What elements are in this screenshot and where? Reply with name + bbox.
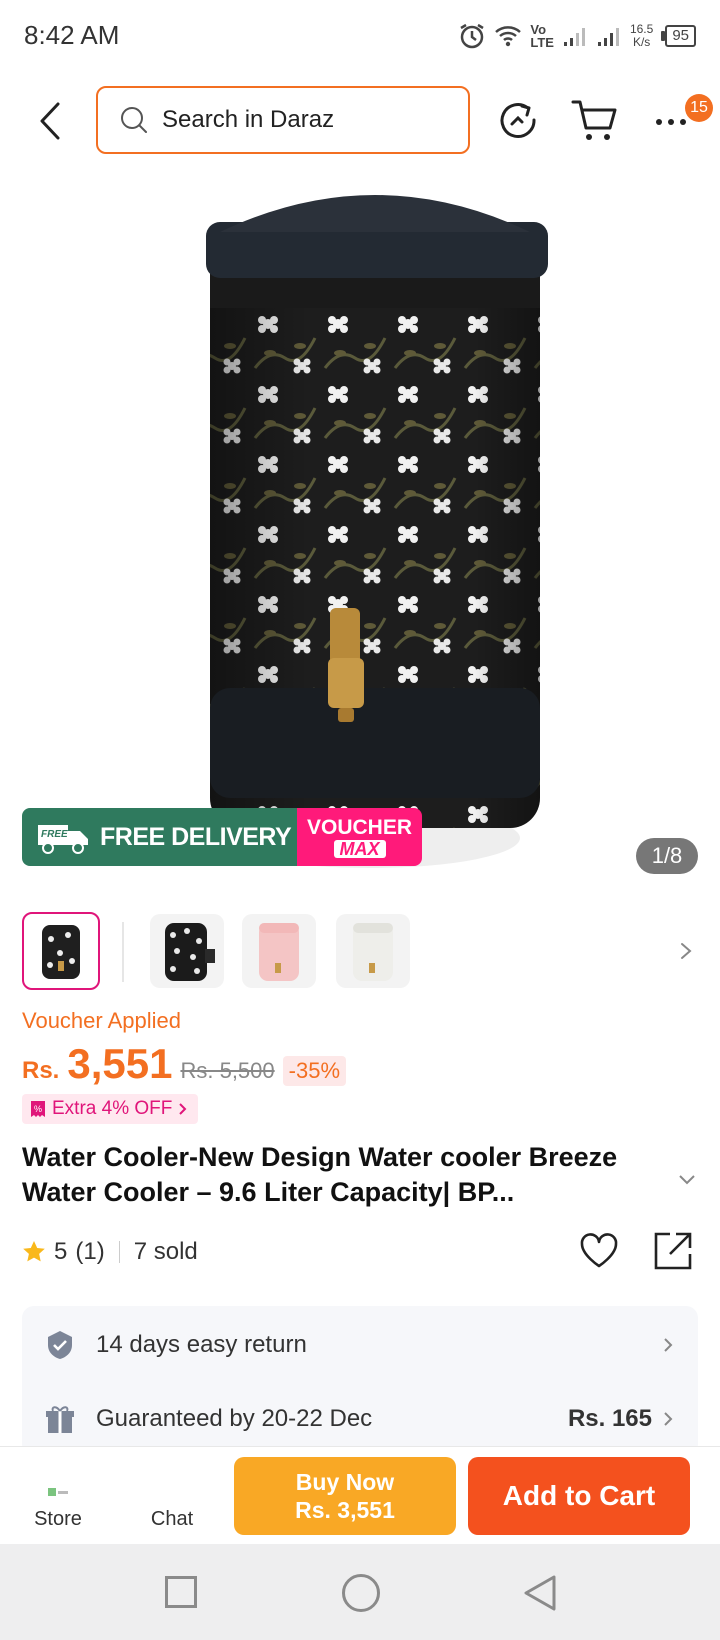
battery-level: 95 <box>665 25 696 47</box>
notification-badge: 15 <box>685 94 713 122</box>
chevron-right-icon <box>664 1338 673 1352</box>
bottom-action-bar: Store Chat Buy Now Rs. 3,551 Add to Cart <box>0 1446 720 1544</box>
delivery-truck-icon: FREE <box>38 825 88 854</box>
thumbnail-4[interactable] <box>336 914 410 988</box>
store-button[interactable]: Store <box>26 1457 90 1537</box>
thumbnail-next-button[interactable] <box>676 936 696 966</box>
chevron-left-icon <box>40 102 60 140</box>
thumbnail-white <box>353 923 393 981</box>
home-button[interactable] <box>342 1574 380 1612</box>
price-value: 3,551 <box>67 1040 173 1087</box>
price-currency: Rs. <box>22 1057 60 1084</box>
wishlist-button[interactable] <box>578 1230 620 1272</box>
thumbnail-black-floral <box>42 925 80 979</box>
rating-separator <box>118 1241 120 1263</box>
extra-off-label: Extra 4% OFF <box>52 1098 173 1119</box>
water-cooler-image <box>206 195 548 868</box>
search-bar[interactable]: Search in Daraz <box>96 86 470 154</box>
share-icon <box>654 1232 692 1270</box>
star-icon <box>23 1241 45 1262</box>
cart-button[interactable] <box>570 96 620 144</box>
price-row: Rs. 3,551 Rs. 5,500 -35% <box>22 1040 346 1088</box>
product-image[interactable] <box>180 168 580 888</box>
chat-label: Chat <box>150 1508 194 1530</box>
chat-button[interactable]: Chat <box>140 1457 204 1537</box>
alarm-icon <box>460 23 485 49</box>
status-icons: Vo LTE 16.5 K/s 95 <box>458 18 696 54</box>
image-counter: 1/8 <box>636 838 698 874</box>
product-title: Water Cooler-New Design Water cooler Bre… <box>22 1142 618 1207</box>
recent-apps-button[interactable] <box>165 1576 197 1608</box>
rating-row[interactable]: 5 (1) 7 sold <box>22 1238 198 1266</box>
delivery-fee: Rs. 165 <box>567 1405 652 1432</box>
easy-return-text: 14 days easy return <box>96 1331 307 1358</box>
thumbnail-3[interactable] <box>242 914 316 988</box>
gift-box-icon <box>46 1406 74 1433</box>
thumbnail-1-selected[interactable] <box>22 912 100 990</box>
wifi-icon <box>495 26 522 47</box>
delivery-guarantee-text: Guaranteed by 20-22 Dec <box>96 1405 373 1432</box>
delivery-guarantee-row[interactable]: Guaranteed by 20-22 Dec Rs. 165 <box>22 1384 698 1454</box>
discount-badge: -35% <box>282 1056 346 1086</box>
back-button[interactable] <box>28 96 72 146</box>
sold-count: 7 sold <box>133 1238 198 1265</box>
voucher-applied-label: Voucher Applied <box>22 1008 182 1033</box>
buy-now-button[interactable]: Buy Now Rs. 3,551 <box>234 1457 456 1535</box>
thumbnail-divider <box>122 922 124 982</box>
heart-icon <box>580 1233 618 1268</box>
original-price: Rs. 5,500 <box>180 1058 275 1083</box>
triangle-back-icon <box>524 1575 556 1611</box>
free-small-label: FREE <box>41 829 68 840</box>
volte-bottom: LTE <box>530 35 554 50</box>
easy-return-row[interactable]: 14 days easy return <box>22 1310 698 1380</box>
voucher-max-section: VOUCHER MAX <box>297 808 422 866</box>
free-delivery-section: FREE FREE DELIVERY <box>22 808 297 866</box>
extra-off-voucher[interactable]: % Extra 4% OFF <box>22 1094 199 1124</box>
free-delivery-label: FREE DELIVERY <box>100 822 292 851</box>
chevron-right-icon <box>664 1412 673 1426</box>
refresh-button[interactable] <box>496 98 540 142</box>
chevron-right-icon <box>681 943 692 959</box>
free-delivery-banner: FREE FREE DELIVERY VOUCHER MAX <box>22 808 422 866</box>
thumbnail-2[interactable] <box>150 914 224 988</box>
signal-icon-2 <box>597 28 619 46</box>
signal-icon-1 <box>563 28 585 46</box>
services-panel: 14 days easy return Guaranteed by 20-22 … <box>22 1306 698 1456</box>
network-speed: 16.5 K/s <box>630 23 653 49</box>
store-label: Store <box>34 1508 82 1530</box>
share-button[interactable] <box>652 1230 694 1272</box>
voucher-label: VOUCHER <box>306 815 412 839</box>
buy-now-price: Rs. 3,551 <box>295 1497 395 1523</box>
system-navigation-bar <box>0 1544 720 1640</box>
buy-now-label: Buy Now <box>295 1469 395 1495</box>
add-to-cart-button[interactable]: Add to Cart <box>468 1457 690 1535</box>
system-back-button[interactable] <box>522 1574 558 1612</box>
svg-text:%: % <box>34 1104 42 1114</box>
voucher-tag-icon: % <box>31 1101 45 1117</box>
volte-indicator: Vo LTE <box>530 23 554 49</box>
search-placeholder: Search in Daraz <box>162 106 335 133</box>
title-expand-button[interactable] <box>676 1168 698 1190</box>
chevron-right-icon <box>179 1103 187 1115</box>
status-time: 8:42 AM <box>24 20 120 50</box>
refresh-icon <box>500 103 536 138</box>
shield-check-icon <box>48 1331 72 1359</box>
chevron-down-icon <box>679 1175 695 1185</box>
thumbnail-pink <box>259 923 299 981</box>
thumbnail-black-dotted <box>165 923 215 981</box>
store-logo-icon <box>48 1488 68 1496</box>
battery-icon: 95 <box>661 25 696 47</box>
search-icon <box>121 107 147 133</box>
cart-icon <box>571 100 617 140</box>
rating-value: 5 <box>54 1238 68 1265</box>
status-bar: 8:42 AM Vo LTE 16.5 K/s 95 <box>0 0 720 72</box>
rating-count: (1) <box>75 1238 105 1265</box>
network-speed-unit: K/s <box>632 35 651 49</box>
max-label: MAX <box>333 839 386 858</box>
